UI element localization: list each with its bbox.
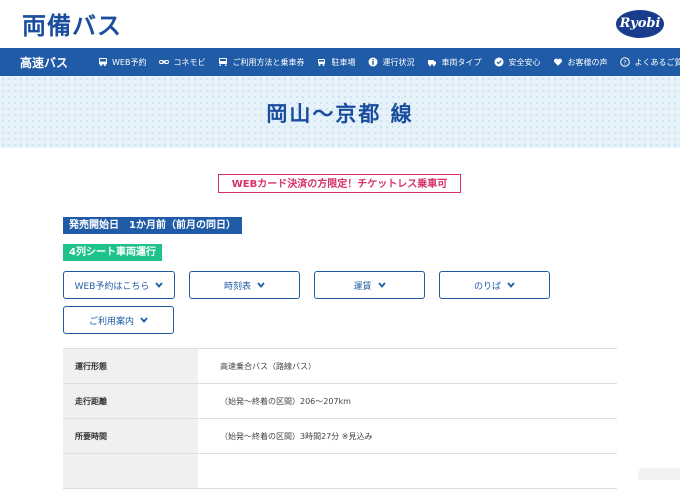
web-reservation-button[interactable]: WEB予約はこちら (63, 271, 175, 299)
timetable-button[interactable]: 時刻表 (189, 271, 300, 299)
row-value: （始発～終着の区間）206～207km (198, 383, 617, 419)
shield-icon (494, 57, 504, 67)
nav-item-faq[interactable]: ? よくあるご質問 (620, 57, 680, 68)
usage-guide-button[interactable]: ご利用案内 (63, 306, 174, 334)
chevron-down-icon (140, 317, 148, 323)
nav-item-label: WEB予約 (112, 57, 147, 67)
ryobi-corporate-logo[interactable]: Ryobi (616, 10, 664, 38)
page-hero: 岡山〜京都 線 (0, 76, 680, 148)
global-nav: 高速バス WEB予約 コネモビ ご利用方法と乗車券 駐車場 運行状況 車両タイプ (0, 48, 680, 76)
row-value (198, 453, 617, 489)
svg-text:?: ? (624, 58, 627, 66)
nav-item-conemobi[interactable]: コネモビ (159, 57, 205, 68)
ticket-icon (218, 57, 228, 67)
chevron-down-icon (155, 282, 164, 288)
nav-menu: WEB予約 コネモビ ご利用方法と乗車券 駐車場 運行状況 車両タイプ 安全安心 (98, 48, 680, 76)
table-row (63, 453, 617, 489)
nav-item-customer-voice[interactable]: お客様の声 (553, 57, 607, 68)
nav-brand-highway-bus[interactable]: 高速バス (20, 54, 68, 71)
nav-item-label: 運行状況 (382, 57, 415, 67)
button-label: ご利用案内 (88, 316, 134, 327)
nav-item-parking[interactable]: 駐車場 (317, 57, 355, 68)
row-value: （始発～終着の区間）3時間27分 ※見込み (198, 418, 617, 454)
parking-icon (317, 57, 327, 67)
nav-item-safety[interactable]: 安全安心 (494, 57, 540, 68)
chevron-down-icon (377, 282, 386, 288)
seat-type-badge: 4列シート車両運行 (63, 244, 162, 261)
ticketless-notice: WEBカード決済の方限定！チケットレス乗車可 (218, 174, 461, 193)
table-row: 所要時間 （始発～終着の区間）3時間27分 ※見込み (63, 418, 617, 454)
page-title: 岡山〜京都 線 (266, 102, 414, 126)
bus-stop-button[interactable]: のりば (439, 271, 550, 299)
fare-button[interactable]: 運賃 (314, 271, 425, 299)
row-label (63, 453, 198, 489)
nav-item-operation-status[interactable]: 運行状況 (368, 57, 414, 68)
nav-item-label: 車両タイプ (441, 57, 482, 67)
chevron-down-icon (507, 282, 515, 288)
chevron-down-icon (257, 282, 265, 288)
nav-item-label: よくあるご質問 (634, 57, 680, 67)
recaptcha-badge (638, 468, 680, 480)
question-icon: ? (620, 57, 631, 67)
button-label: のりば (473, 281, 501, 292)
info-icon (368, 57, 378, 67)
link-icon (159, 57, 170, 67)
row-label: 走行距離 (63, 383, 198, 419)
nav-item-usage-and-tickets[interactable]: ご利用方法と乗車券 (218, 57, 304, 68)
route-info-table: 運行形態 高速乗合バス（路線バス） 走行距離 （始発～終着の区間）206～207… (63, 348, 617, 489)
header: 両備バス Ryobi (0, 0, 680, 48)
button-label: 時刻表 (223, 281, 251, 292)
nav-item-label: 安全安心 (508, 57, 541, 67)
bus-icon (98, 57, 108, 67)
sale-start-badge: 発売開始日 1か月前（前月の同日） (63, 217, 242, 234)
coach-icon (427, 57, 437, 67)
nav-item-vehicle-type[interactable]: 車両タイプ (427, 57, 481, 68)
nav-item-label: お客様の声 (567, 57, 608, 67)
nav-item-web-reservation[interactable]: WEB予約 (98, 57, 146, 68)
heart-icon (553, 57, 563, 67)
table-row: 運行形態 高速乗合バス（路線バス） (63, 348, 617, 384)
button-label: 運賃 (353, 281, 372, 292)
table-row: 走行距離 （始発～終着の区間）206～207km (63, 383, 617, 419)
nav-item-label: ご利用方法と乗車券 (232, 57, 305, 67)
row-label: 運行形態 (63, 348, 198, 384)
row-value: 高速乗合バス（路線バス） (198, 348, 617, 384)
button-label: WEB予約はこちら (74, 281, 150, 292)
ryobi-bus-logo[interactable]: 両備バス (22, 6, 122, 41)
nav-item-label: 駐車場 (331, 57, 356, 67)
nav-item-label: コネモビ (173, 57, 206, 67)
row-label: 所要時間 (63, 418, 198, 454)
